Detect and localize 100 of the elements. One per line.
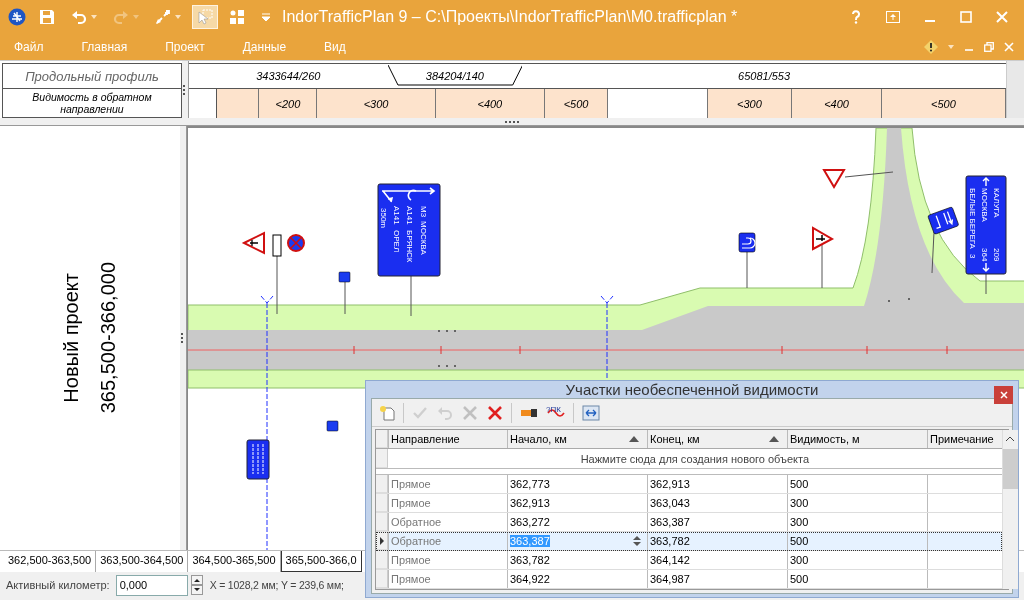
cross-icon — [462, 404, 478, 421]
table-cell: 362,913 — [507, 494, 647, 512]
cursor-coordinates: X = 1028,2 мм; Y = 239,6 мм; — [209, 579, 344, 591]
sort-ascending-icon — [629, 436, 639, 442]
station-button[interactable]: ?ПК — [544, 406, 568, 419]
close-icon[interactable] — [996, 10, 1008, 23]
undo-icon — [71, 8, 87, 25]
close-button[interactable] — [994, 386, 1013, 404]
dialog-title: Участки необеспеченной видимости — [565, 381, 819, 398]
segment-label: 384204/140 — [425, 70, 484, 82]
sign-text: М3 — [419, 206, 428, 218]
table-cell: 500 — [787, 532, 927, 550]
caret-icon — [91, 14, 97, 19]
project-range: 365,500-366,000 — [97, 262, 120, 414]
visibility-cell: <300 — [707, 89, 793, 118]
table-row[interactable]: Прямое 364,922 364,987 500 — [376, 570, 1002, 589]
sign-text: А141 — [392, 206, 401, 225]
table-row[interactable]: Прямое 362,773 362,913 500 — [376, 475, 1002, 494]
flashlight-icon — [520, 406, 538, 419]
caret-icon — [175, 14, 181, 19]
column-header[interactable]: Конец, км — [647, 430, 787, 448]
table-row[interactable]: Обратное 363,387 363,782 500 — [376, 532, 1002, 551]
table-cell: 300 — [787, 494, 927, 512]
fit-button[interactable] — [579, 402, 603, 423]
spinner-icon[interactable] — [190, 575, 203, 595]
table-cell: 300 — [787, 551, 927, 569]
yield-sign-icon — [822, 169, 894, 189]
caret-icon[interactable] — [948, 44, 954, 49]
maximize-icon[interactable] — [960, 10, 972, 23]
table-cell: 500 — [787, 475, 927, 493]
table-cell: 362,913 — [647, 475, 787, 493]
customize-icon[interactable] — [262, 12, 270, 21]
scrollbar-thumb[interactable] — [1002, 449, 1018, 489]
kilometer-field[interactable]: 0,000 — [115, 574, 188, 596]
segment-label: 65081/553 — [738, 70, 791, 82]
sign-text: А141 — [405, 206, 414, 225]
table-cell: 362,773 — [507, 475, 647, 493]
warning-icon[interactable] — [924, 39, 938, 54]
visibility-cell: <500 — [881, 89, 1006, 118]
table-cell: 364,987 — [647, 570, 787, 588]
sheet-tab[interactable]: 363,500-364,500 — [96, 551, 189, 572]
app-logo-icon — [8, 7, 26, 26]
project-name: Новый проект — [60, 273, 83, 403]
close-icon[interactable] — [1004, 41, 1014, 52]
row-header — [376, 513, 388, 531]
field-label: Активный километр: — [6, 579, 110, 591]
column-header[interactable]: Видимость, м — [787, 430, 927, 448]
scroll-up-icon[interactable] — [1006, 436, 1015, 441]
table-cell: Прямое — [388, 475, 507, 493]
warning-sign-icon — [812, 226, 835, 289]
sign-text: БЕЛЫЕ БЕРЕГА — [968, 188, 977, 249]
visibility-cell: <400 — [792, 89, 882, 118]
visibility-cell: <300 — [317, 89, 436, 118]
sheet-tab[interactable]: 365,500-366,0 — [280, 551, 362, 572]
column-header[interactable]: Направление — [388, 430, 507, 448]
table-row[interactable]: Прямое 362,913 363,043 300 — [376, 494, 1002, 513]
table-cell: Прямое — [388, 570, 507, 588]
sign-text: БРЯНСК — [405, 230, 414, 263]
sign-text: МОСКВА — [980, 188, 989, 222]
profile-row-label: Продольный профиль — [3, 64, 181, 89]
table-row[interactable]: Прямое 363,782 364,142 300 — [376, 551, 1002, 570]
spinner-icon[interactable] — [633, 535, 641, 547]
lane-sign-icon — [738, 232, 756, 289]
scrollbar[interactable] — [1001, 430, 1018, 589]
restore-icon[interactable] — [984, 41, 994, 52]
select-button[interactable] — [192, 4, 218, 29]
table-cell: Прямое — [388, 494, 507, 512]
column-header[interactable]: Начало, км — [507, 430, 647, 448]
table-cell: 363,387 — [507, 532, 647, 550]
help-icon[interactable] — [850, 9, 862, 24]
table-cell: Обратное — [388, 532, 507, 550]
sheet-tab[interactable]: 364,500-365,500 — [188, 551, 281, 572]
visibility-cell: <200 — [259, 89, 318, 118]
close-icon — [999, 391, 1008, 399]
redo-icon — [113, 8, 129, 25]
scrollbar[interactable] — [1006, 61, 1024, 118]
select-icon — [197, 8, 213, 25]
caret-icon — [133, 14, 139, 19]
window-title: IndorTrafficPlan 9 – C:\Проекты\IndorTrafficPlan\M0.trafficplan * — [282, 7, 739, 26]
ribbon-display-icon[interactable] — [886, 10, 900, 23]
table-cell: 363,782 — [507, 551, 647, 569]
route-number-sign-icon — [326, 420, 339, 432]
table-cell: 300 — [787, 513, 927, 531]
visibility-cell: <500 — [545, 89, 609, 118]
table-cell: 363,272 — [507, 513, 647, 531]
splitter-grip[interactable] — [183, 84, 187, 95]
table-cell: 364,922 — [507, 570, 647, 588]
delete-icon — [487, 404, 503, 421]
splitter-grip[interactable] — [505, 120, 519, 123]
table-cell: 363,782 — [647, 532, 787, 550]
sign-text: 364 — [980, 248, 989, 262]
wave-icon — [547, 408, 565, 417]
new-row-hint[interactable]: Нажмите сюда для создания нового объекта — [388, 452, 1002, 465]
sign-text: МОСКВА — [419, 221, 428, 255]
splitter-grip[interactable] — [181, 333, 185, 343]
column-header[interactable]: Примечание — [927, 430, 1002, 448]
row-header — [376, 551, 388, 569]
table-cell: Обратное — [388, 513, 507, 531]
move-icon — [155, 8, 171, 25]
sheet-tab[interactable]: 362,500-363,500 — [4, 551, 97, 572]
